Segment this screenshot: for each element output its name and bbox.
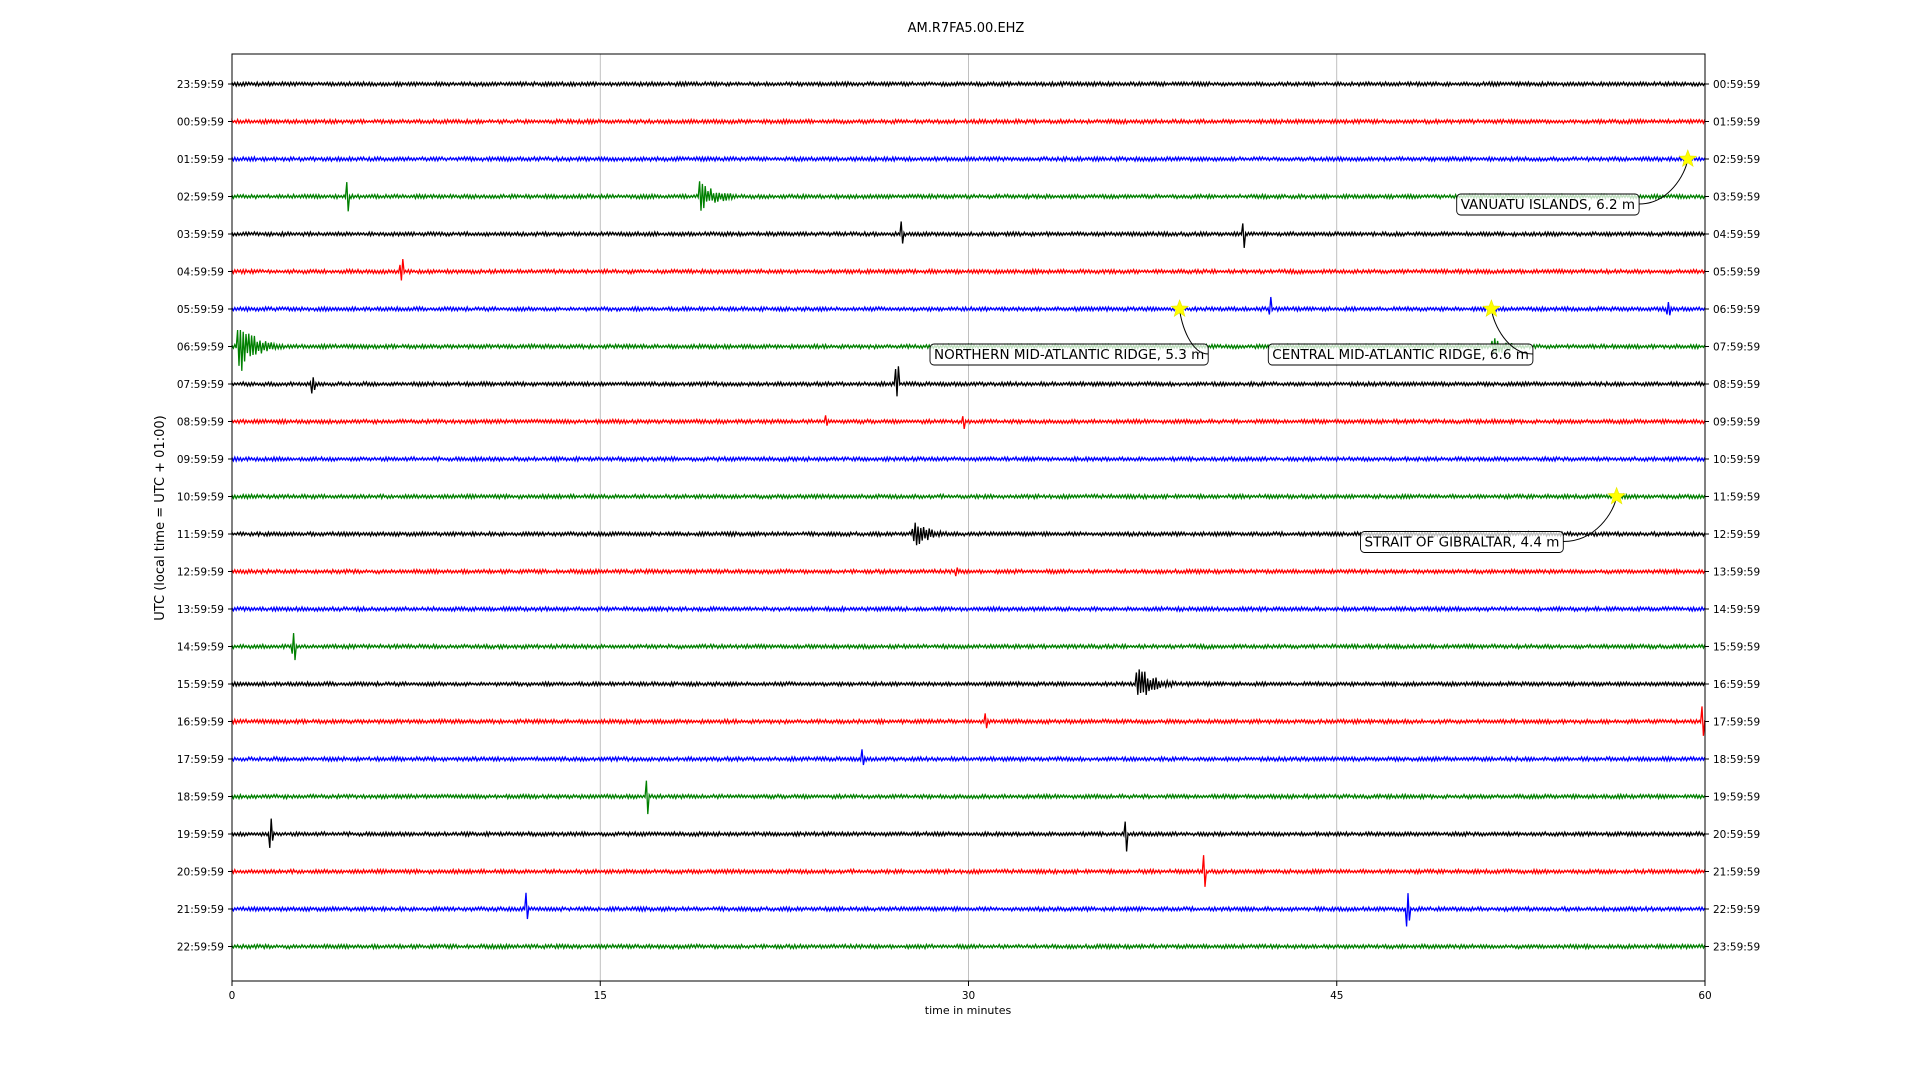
y-tick-label-right-14: 14:59:59 <box>1713 604 1760 616</box>
y-tick-label-left-10: 09:59:59 <box>177 454 224 466</box>
x-tick-label-0: 0 <box>229 990 236 1002</box>
chart-title: AM.R7FA5.00.EHZ <box>908 21 1025 36</box>
event-label-3: STRAIT OF GIBRALTAR, 4.4 m <box>1365 535 1560 551</box>
y-tick-label-left-21: 20:59:59 <box>177 867 224 879</box>
y-tick-label-left-13: 12:59:59 <box>177 567 224 579</box>
y-tick-label-right-19: 19:59:59 <box>1713 792 1760 804</box>
y-tick-label-left-22: 21:59:59 <box>177 904 224 916</box>
event-label-1: NORTHERN MID-ATLANTIC RIDGE, 5.3 m <box>934 347 1204 363</box>
y-tick-label-right-10: 10:59:59 <box>1713 454 1760 466</box>
y-tick-label-right-20: 20:59:59 <box>1713 829 1760 841</box>
y-tick-label-right-15: 15:59:59 <box>1713 642 1760 654</box>
y-tick-label-right-1: 01:59:59 <box>1713 117 1760 129</box>
event-label-2: CENTRAL MID-ATLANTIC RIDGE, 6.6 m <box>1272 347 1529 363</box>
y-tick-label-left-12: 11:59:59 <box>177 529 224 541</box>
y-tick-label-left-5: 04:59:59 <box>177 267 224 279</box>
y-tick-label-left-2: 01:59:59 <box>177 154 224 166</box>
y-tick-label-left-17: 16:59:59 <box>177 717 224 729</box>
y-tick-label-left-11: 10:59:59 <box>177 492 224 504</box>
y-tick-label-left-19: 18:59:59 <box>177 792 224 804</box>
y-tick-label-right-5: 05:59:59 <box>1713 267 1760 279</box>
y-tick-label-right-4: 04:59:59 <box>1713 229 1760 241</box>
y-tick-label-right-23: 23:59:59 <box>1713 942 1760 954</box>
y-tick-label-left-9: 08:59:59 <box>177 417 224 429</box>
y-tick-label-left-23: 22:59:59 <box>177 942 224 954</box>
x-tick-label-45: 45 <box>1330 990 1343 1002</box>
y-tick-label-left-8: 07:59:59 <box>177 379 224 391</box>
y-tick-label-left-6: 05:59:59 <box>177 304 224 316</box>
y-tick-label-right-11: 11:59:59 <box>1713 492 1760 504</box>
event-label-0: VANUATU ISLANDS, 6.2 m <box>1461 197 1635 213</box>
y-tick-label-right-17: 17:59:59 <box>1713 717 1760 729</box>
y-tick-label-left-14: 13:59:59 <box>177 604 224 616</box>
y-tick-label-right-9: 09:59:59 <box>1713 417 1760 429</box>
y-tick-label-left-20: 19:59:59 <box>177 829 224 841</box>
y-tick-label-left-7: 06:59:59 <box>177 342 224 354</box>
y-tick-label-right-7: 07:59:59 <box>1713 342 1760 354</box>
y-tick-label-left-15: 14:59:59 <box>177 642 224 654</box>
y-tick-label-right-8: 08:59:59 <box>1713 379 1760 391</box>
x-tick-label-60: 60 <box>1698 990 1711 1002</box>
y-tick-label-right-22: 22:59:59 <box>1713 904 1760 916</box>
x-axis-label: time in minutes <box>925 1004 1012 1017</box>
y-tick-label-right-13: 13:59:59 <box>1713 567 1760 579</box>
y-tick-label-left-1: 00:59:59 <box>177 117 224 129</box>
y-tick-label-right-0: 00:59:59 <box>1713 79 1760 91</box>
y-tick-label-left-4: 03:59:59 <box>177 229 224 241</box>
x-tick-label-30: 30 <box>962 990 975 1002</box>
y-tick-label-right-6: 06:59:59 <box>1713 304 1760 316</box>
y-tick-label-right-21: 21:59:59 <box>1713 867 1760 879</box>
y-tick-label-right-12: 12:59:59 <box>1713 529 1760 541</box>
y-tick-label-right-2: 02:59:59 <box>1713 154 1760 166</box>
y-axis-label: UTC (local time = UTC + 01:00) <box>153 415 168 620</box>
y-tick-label-right-3: 03:59:59 <box>1713 192 1760 204</box>
x-tick-label-15: 15 <box>594 990 607 1002</box>
y-tick-label-left-18: 17:59:59 <box>177 754 224 766</box>
helicorder-figure: AM.R7FA5.00.EHZ VANUATU ISLANDS, 6.2 m NO… <box>0 0 1920 1080</box>
y-tick-label-right-16: 16:59:59 <box>1713 679 1760 691</box>
figure-background <box>0 0 1920 1080</box>
y-tick-label-left-16: 15:59:59 <box>177 679 224 691</box>
y-tick-label-left-3: 02:59:59 <box>177 192 224 204</box>
y-tick-label-right-18: 18:59:59 <box>1713 754 1760 766</box>
y-tick-label-left-0: 23:59:59 <box>177 79 224 91</box>
